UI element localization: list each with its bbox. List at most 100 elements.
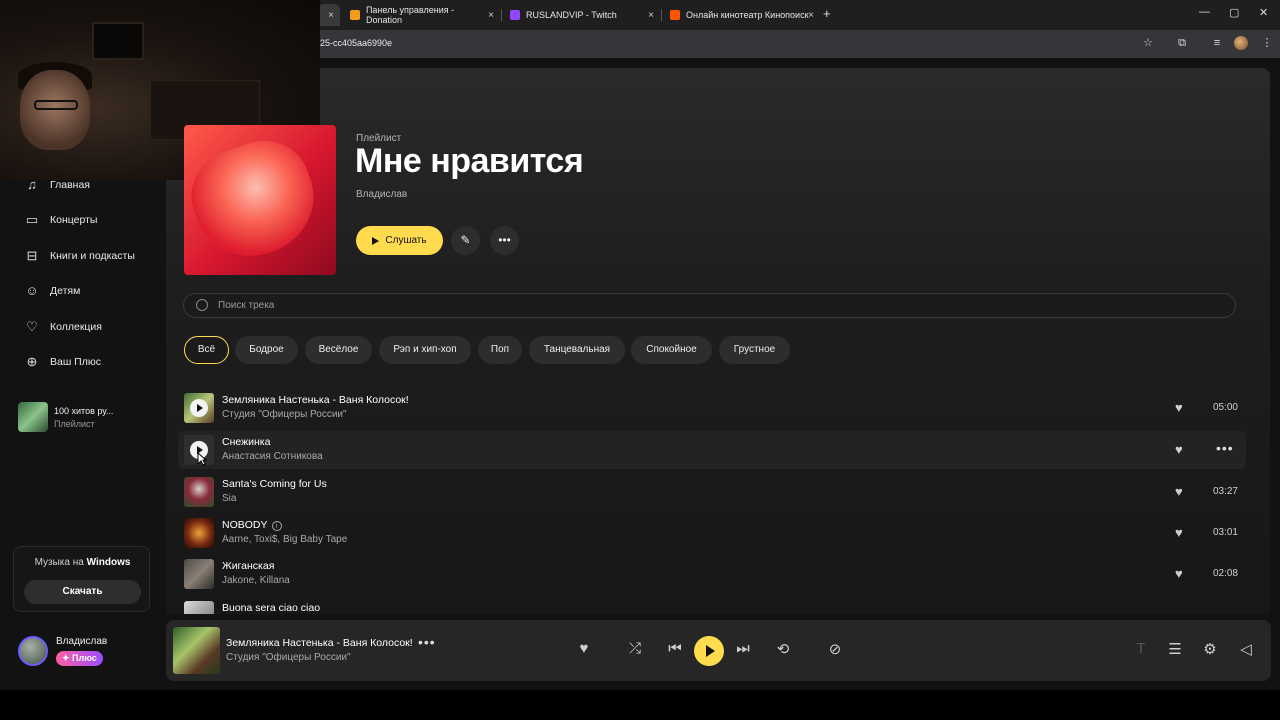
heart-icon[interactable]: ♥: [574, 640, 594, 657]
tab-close-icon[interactable]: ×: [488, 10, 494, 21]
extensions-icon[interactable]: ⧉: [1175, 36, 1189, 50]
filter-rap[interactable]: Рэп и хип-хоп: [379, 336, 471, 364]
track-cover: [184, 477, 214, 507]
filter-sad[interactable]: Грустное: [719, 336, 790, 364]
track-artist[interactable]: Aarne, Toxi$, Big Baby Tape: [222, 534, 347, 545]
media-control-icon[interactable]: ≡: [1210, 36, 1224, 50]
track-title[interactable]: Земляника Настенька - Ваня Колосок!: [222, 394, 409, 406]
tab-close-icon[interactable]: ×: [808, 10, 814, 21]
filter-all[interactable]: Всё: [184, 336, 229, 364]
heart-icon[interactable]: ♥: [1175, 484, 1183, 499]
filter-dance[interactable]: Танцевальная: [529, 336, 625, 364]
heart-icon[interactable]: ♥: [1175, 566, 1183, 581]
lyrics-icon[interactable]: T: [1131, 640, 1151, 657]
more-dots-icon[interactable]: •••: [1216, 440, 1234, 456]
sidebar-playlist-item[interactable]: 100 хитов ру... Плейлист: [18, 402, 113, 432]
tab-label: Онлайн кинотеатр Кинопоиск: [686, 10, 809, 20]
tab-twitch[interactable]: RUSLANDVIP - Twitch ×: [502, 4, 660, 26]
filter-cheerful[interactable]: Весёлое: [305, 336, 372, 364]
heart-icon[interactable]: ♥: [1175, 525, 1183, 540]
listen-button[interactable]: Слушать: [356, 226, 443, 255]
track-title[interactable]: Снежинка: [222, 436, 270, 448]
sidebar-item-kids[interactable]: ☺ Детям: [24, 283, 80, 299]
next-icon[interactable]: ⏭: [733, 640, 753, 657]
playlist-owner[interactable]: Владислав: [356, 189, 407, 200]
sidebar-item-books[interactable]: ⊟ Книги и подкасты: [24, 248, 135, 264]
now-playing-title[interactable]: Земляника Настенька - Ваня Колосок!: [226, 637, 413, 649]
track-title[interactable]: Жиганская: [222, 560, 274, 572]
new-tab-button[interactable]: +: [823, 6, 831, 21]
queue-icon[interactable]: ☰: [1165, 640, 1185, 658]
pin-icon: ✎: [460, 233, 471, 247]
track-artist[interactable]: Jakone, Killana: [222, 575, 290, 586]
url-field[interactable]: 25-cc405aa6990e: [320, 38, 392, 48]
info-icon[interactable]: i: [271, 521, 282, 531]
track-row[interactable]: Жиганская Jakone, Killana ♥ 02:08: [178, 555, 1246, 593]
search-input[interactable]: Поиск трека: [218, 300, 274, 311]
webcam-person-glasses: [34, 100, 78, 110]
shuffle-icon[interactable]: ⤮: [625, 640, 645, 657]
dislike-icon[interactable]: ⊘: [825, 640, 845, 658]
track-duration: 05:00: [1212, 402, 1238, 413]
download-button[interactable]: Скачать: [24, 580, 141, 604]
track-artist[interactable]: Sia: [222, 493, 236, 504]
minimize-icon[interactable]: —: [1199, 6, 1210, 18]
track-search[interactable]: Поиск трека: [183, 293, 1236, 318]
play-button[interactable]: [694, 636, 724, 666]
track-row[interactable]: Buona sera ciao ciao: [178, 597, 1246, 614]
heart-icon[interactable]: ♥: [1175, 400, 1183, 415]
tab-current[interactable]: ×: [318, 4, 340, 26]
track-artist[interactable]: Анастасия Сотникова: [222, 451, 323, 462]
pin-button[interactable]: ✎: [451, 226, 480, 255]
playlist-cover: [18, 402, 48, 432]
search-icon: [196, 299, 208, 311]
user-name: Владислав: [56, 636, 108, 647]
browser-menu-icon[interactable]: ⋮: [1260, 36, 1274, 50]
tab-kinopoisk[interactable]: Онлайн кинотеатр Кинопоиск ×: [662, 4, 820, 26]
filter-calm[interactable]: Спокойное: [631, 336, 712, 364]
avatar: [18, 636, 48, 666]
browser-profile-avatar[interactable]: [1234, 36, 1248, 50]
tab-donationalerts[interactable]: Панель управления - Donation ×: [342, 4, 500, 26]
equalizer-icon[interactable]: ⚙: [1200, 640, 1220, 658]
heart-icon: ♡: [26, 319, 38, 334]
heart-icon[interactable]: ♥: [1175, 442, 1183, 457]
tab-close-icon[interactable]: ×: [648, 10, 654, 21]
plus-badge: ✦ Плюс: [56, 651, 103, 666]
track-row[interactable]: Santa's Coming for Us Sia ♥ 03:27: [178, 473, 1246, 511]
close-window-icon[interactable]: ✕: [1259, 6, 1268, 19]
windows-app-card: Музыка на Windows Скачать: [13, 546, 150, 612]
more-button[interactable]: •••: [490, 226, 519, 255]
track-row[interactable]: NOBODY i Aarne, Toxi$, Big Baby Tape ♥ 03…: [178, 514, 1246, 552]
track-title[interactable]: Santa's Coming for Us: [222, 478, 327, 490]
track-title[interactable]: NOBODY i: [222, 519, 282, 531]
sidebar-item-label: Детям: [50, 285, 81, 297]
tab-label: RUSLANDVIP - Twitch: [526, 10, 617, 20]
bookmark-star-icon[interactable]: ☆: [1141, 36, 1155, 50]
now-playing-artist[interactable]: Студия "Офицеры России": [226, 652, 351, 663]
track-artist[interactable]: Студия "Офицеры России": [222, 409, 347, 420]
more-dots-icon[interactable]: •••: [418, 634, 436, 650]
mouse-cursor-icon: [197, 452, 207, 466]
now-playing-cover[interactable]: [173, 627, 220, 674]
sidebar-item-concerts[interactable]: ▭ Концерты: [24, 212, 98, 228]
filter-pop[interactable]: Поп: [478, 336, 522, 364]
repeat-icon[interactable]: ⟲: [773, 640, 793, 658]
filter-energetic[interactable]: Бодрое: [235, 336, 298, 364]
tab-label: Панель управления - Donation: [365, 5, 455, 25]
tab-close-icon[interactable]: ×: [328, 10, 334, 21]
track-row[interactable]: Земляника Настенька - Ваня Колосок! Студ…: [178, 389, 1246, 427]
track-row[interactable]: Снежинка Анастасия Сотникова ♥ •••: [178, 431, 1246, 469]
sidebar-item-collection[interactable]: ♡ Коллекция: [24, 319, 102, 335]
maximize-icon[interactable]: ▢: [1229, 6, 1239, 19]
sidebar-item-label: Книги и подкасты: [50, 250, 135, 262]
track-title[interactable]: Buona sera ciao ciao: [222, 602, 320, 614]
sidebar-item-plus[interactable]: ⊕ Ваш Плюс: [24, 354, 101, 370]
track-duration: 02:08: [1212, 568, 1238, 579]
play-icon[interactable]: [190, 399, 208, 417]
play-icon: [372, 236, 380, 245]
plus-icon: ⊕: [26, 354, 38, 369]
previous-icon[interactable]: ⏮: [665, 640, 685, 657]
user-profile[interactable]: Владислав ✦ Плюс: [18, 636, 107, 666]
volume-icon[interactable]: ◁: [1236, 640, 1256, 658]
